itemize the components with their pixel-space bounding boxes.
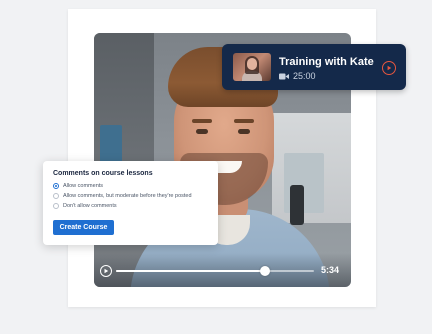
comment-option-moderate[interactable]: Allow comments, but moderate before they…	[53, 193, 192, 199]
training-card[interactable]: Training with Kate 25:00	[222, 44, 406, 90]
comment-option-disallow[interactable]: Don't allow comments	[53, 203, 117, 209]
person-brow-left	[192, 119, 212, 123]
option-label: Allow comments	[63, 183, 104, 189]
comment-option-allow[interactable]: Allow comments	[53, 183, 103, 189]
radio-disallow-comments[interactable]	[53, 203, 59, 209]
comments-settings-panel: Comments on course lessons Allow comment…	[43, 161, 218, 245]
video-camera-icon	[279, 73, 289, 79]
progress-fill	[116, 270, 265, 272]
comments-title: Comments on course lessons	[53, 170, 153, 177]
video-thumbnail	[233, 53, 271, 81]
person-eye-right	[238, 129, 250, 134]
video-time: 5:34	[321, 265, 340, 275]
training-meta: 25:00	[279, 71, 316, 81]
create-course-button[interactable]: Create Course	[53, 220, 114, 235]
play-circle-icon[interactable]	[100, 265, 112, 277]
background-lamp	[290, 185, 304, 225]
training-duration: 25:00	[293, 71, 316, 81]
play-circle-icon[interactable]	[382, 61, 396, 75]
progress-knob[interactable]	[259, 266, 270, 276]
progress-bar[interactable]	[116, 266, 314, 276]
radio-moderate-comments[interactable]	[53, 193, 59, 199]
person-brow-right	[234, 119, 254, 123]
radio-allow-comments[interactable]	[53, 183, 59, 189]
option-label: Don't allow comments	[63, 203, 117, 209]
thumbnail-face	[247, 58, 257, 70]
background-monitor	[100, 125, 122, 165]
option-label: Allow comments, but moderate before they…	[63, 193, 192, 199]
training-title: Training with Kate	[279, 56, 374, 68]
person-eye-left	[196, 129, 208, 134]
